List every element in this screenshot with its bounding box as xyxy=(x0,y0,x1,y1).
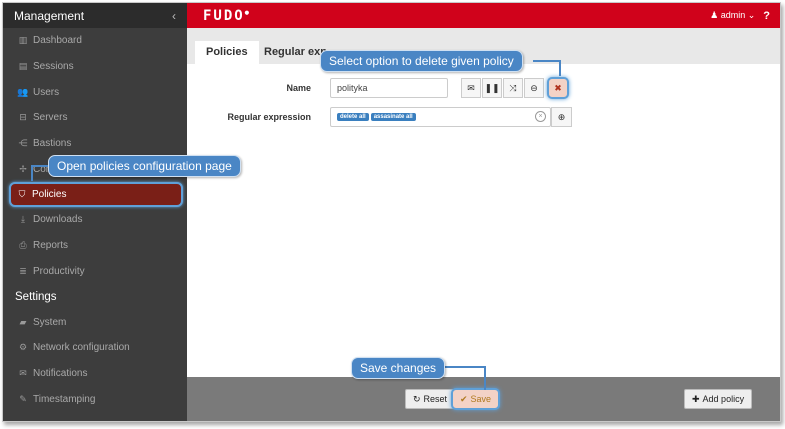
sidebar-item-system[interactable]: ▰ System xyxy=(3,309,187,335)
sidebar-item-servers[interactable]: ⊟ Servers xyxy=(3,105,187,131)
productivity-icon: ≣ xyxy=(19,265,27,276)
save-label: Save xyxy=(470,394,492,404)
user-icon: ♟ xyxy=(710,10,719,20)
sidebar-item-label: Timestamping xyxy=(33,393,96,405)
download-icon: ⤓ xyxy=(21,214,25,225)
email-icon[interactable]: ✉ xyxy=(461,78,481,98)
folder-icon: ▰ xyxy=(19,316,27,327)
refresh-icon: ↻ xyxy=(413,393,421,404)
clear-icon[interactable]: × xyxy=(535,111,546,122)
save-button[interactable]: ✔ Save xyxy=(451,388,501,410)
sidebar: Management ‹ ▥ Dashboard ▤ Sessions 👥 Users… xyxy=(3,3,187,421)
name-label: Name xyxy=(286,83,311,93)
disconnect-icon[interactable]: ⤨ xyxy=(503,78,523,98)
print-icon: ⎙ xyxy=(19,240,27,251)
callout-connector xyxy=(31,165,33,181)
regex-tag[interactable]: assasinate all xyxy=(370,112,416,121)
sidebar-item-network[interactable]: ⚙ Network configuration xyxy=(3,335,187,361)
sidebar-item-productivity[interactable]: ≣ Productivity xyxy=(3,259,187,285)
pause-icon[interactable]: ❚❚ xyxy=(482,78,502,98)
sidebar-item-timestamping[interactable]: ✎ Timestamping xyxy=(3,386,187,412)
sessions-icon: ▤ xyxy=(18,61,28,72)
sidebar-item-label: Users xyxy=(33,86,60,98)
fudo-logo: FUDO● xyxy=(203,8,251,24)
callout-connector xyxy=(533,60,561,62)
callout-connector xyxy=(484,366,486,390)
sidebar-item-label: Downloads xyxy=(33,214,83,226)
tab-policies[interactable]: Policies xyxy=(195,41,259,64)
help-icon[interactable]: ? xyxy=(763,10,770,22)
user-dropdown[interactable]: ♟ admin ⌄ xyxy=(710,10,755,21)
sidebar-item-notifications[interactable]: ✉ Notifications xyxy=(3,361,187,387)
delete-policy-button[interactable]: ✖ xyxy=(547,77,569,99)
callout-connector xyxy=(559,60,561,76)
user-menu: ♟ admin ⌄ ? xyxy=(710,10,770,22)
sidebar-item-sessions[interactable]: ▤ Sessions xyxy=(3,54,187,80)
callout-connector xyxy=(31,165,49,167)
sidebar-item-dashboard[interactable]: ▥ Dashboard xyxy=(3,28,187,54)
callout-save-changes: Save changes xyxy=(351,357,446,379)
shield-icon: ⛉ xyxy=(18,189,26,200)
sidebar-item-label: Dashboard xyxy=(33,35,82,47)
regex-label: Regular expression xyxy=(227,112,311,122)
policy-name-input[interactable]: polityka xyxy=(330,78,448,98)
envelope-icon: ✉ xyxy=(19,367,27,378)
plus-icon: ✚ xyxy=(692,393,700,404)
sidebar-item-label: Bastions xyxy=(33,138,72,150)
sidebar-item-users[interactable]: 👥 Users xyxy=(3,79,187,105)
app-window: Management ‹ ▥ Dashboard ▤ Sessions 👥 Users… xyxy=(2,2,781,422)
gears-icon: ⚙ xyxy=(18,342,28,353)
users-icon: 👥 xyxy=(17,86,29,97)
sidebar-item-label: Network configuration xyxy=(33,342,130,354)
sidebar-title: Management xyxy=(14,8,85,23)
callout-connector xyxy=(444,366,486,368)
sidebar-item-label: Sessions xyxy=(33,61,74,73)
sidebar-item-downloads[interactable]: ⤓ Downloads xyxy=(3,207,187,233)
connections-icon: ✢ xyxy=(19,163,27,174)
edit-icon: ✎ xyxy=(19,393,27,404)
callout-open-policies: Open policies configuration page xyxy=(48,155,241,177)
sidebar-item-reports[interactable]: ⎙ Reports xyxy=(3,233,187,259)
check-icon: ✔ xyxy=(460,393,468,404)
add-policy-button[interactable]: ✚ Add policy xyxy=(684,389,753,409)
reset-label: Reset xyxy=(423,394,448,404)
logo-text: FUDO xyxy=(203,7,245,24)
logo-dot: ● xyxy=(244,7,251,16)
bastions-icon: ⋲ xyxy=(18,138,28,149)
dashboard-icon: ▥ xyxy=(18,35,28,46)
callout-delete-policy: Select option to delete given policy xyxy=(320,50,523,72)
chevron-down-icon: ⌄ xyxy=(747,10,756,20)
sidebar-item-label: Servers xyxy=(33,112,68,124)
sidebar-item-policies[interactable]: ⛉ Policies xyxy=(9,182,183,208)
block-icon[interactable]: ⊖ xyxy=(524,78,544,98)
sidebar-item-label: Notifications xyxy=(33,367,88,379)
settings-header: Settings xyxy=(15,290,57,303)
add-policy-label: Add policy xyxy=(702,394,745,404)
top-bar: FUDO● ♟ admin ⌄ ? xyxy=(187,3,780,28)
sidebar-item-label: Productivity xyxy=(33,265,85,277)
sidebar-item-label: System xyxy=(33,316,67,328)
sidebar-header: Management ‹ xyxy=(3,3,187,28)
servers-icon: ⊟ xyxy=(19,112,27,123)
collapse-sidebar-icon[interactable]: ‹ xyxy=(172,9,176,23)
user-name: admin xyxy=(720,10,746,20)
search-icon[interactable]: ⊕ xyxy=(551,107,572,127)
regex-tags-input[interactable]: delete all assasinate all × xyxy=(330,107,551,127)
policy-form: Name polityka ✉ ❚❚ ⤨ ⊖ ✖ Regular express… xyxy=(187,64,780,377)
reset-button[interactable]: ↻ Reset xyxy=(405,389,456,409)
sidebar-item-label: Policies xyxy=(32,189,67,201)
regex-tag[interactable]: delete all xyxy=(337,112,369,121)
sidebar-item-label: Reports xyxy=(33,240,69,252)
sidebar-item-bastions[interactable]: ⋲ Bastions xyxy=(3,131,187,157)
